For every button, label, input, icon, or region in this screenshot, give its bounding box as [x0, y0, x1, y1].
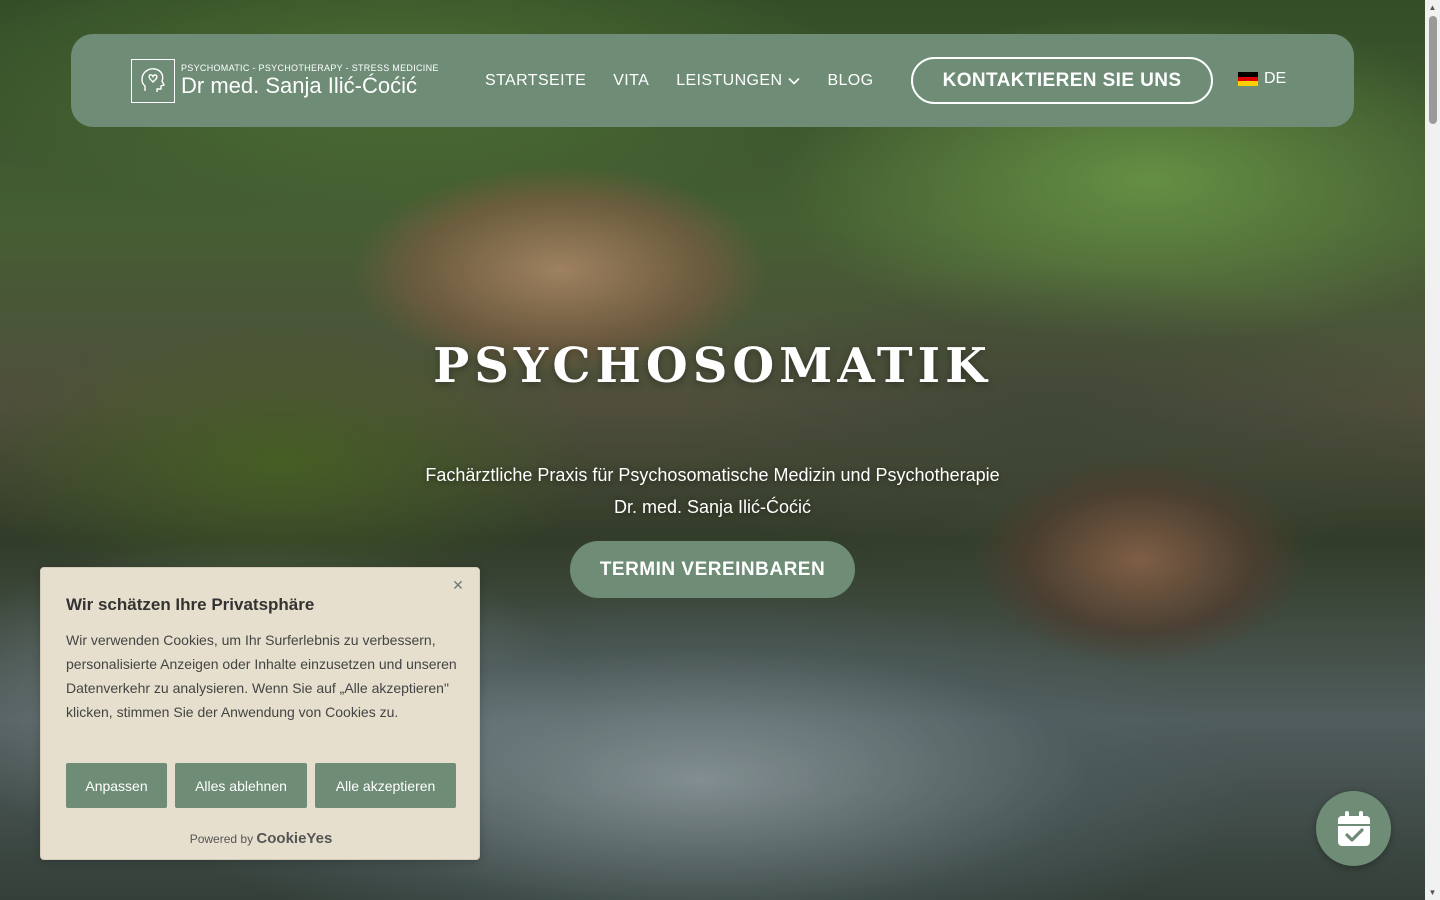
- nav-vita[interactable]: VITA: [613, 72, 649, 90]
- hero-subtitle-line1: Fachärztliche Praxis für Psychosomatisch…: [425, 465, 1000, 485]
- close-icon[interactable]: ✕: [451, 578, 465, 592]
- cookie-customize-button[interactable]: Anpassen: [66, 763, 167, 808]
- hero-subtitle: Fachärztliche Praxis für Psychosomatisch…: [0, 459, 1425, 523]
- powered-by-label: Powered by: [189, 832, 254, 846]
- language-label: DE: [1264, 70, 1287, 87]
- cookie-consent-banner: ✕ Wir schätzen Ihre Privatsphäre Wir ver…: [40, 567, 480, 860]
- scroll-thumb[interactable]: [1429, 16, 1437, 124]
- cookie-description: Wir verwenden Cookies, um Ihr Surferlebn…: [66, 632, 457, 720]
- cookieyes-logo[interactable]: CookieYes: [256, 830, 332, 847]
- hero-title: PSYCHOSOMATIK: [433, 338, 992, 394]
- calendar-check-icon: [1337, 810, 1370, 846]
- nav-startseite[interactable]: STARTSEITE: [485, 72, 586, 90]
- scroll-up-arrow[interactable]: ▲: [1428, 3, 1437, 12]
- page-scrollbar[interactable]: ▲ ▼: [1425, 0, 1440, 900]
- contact-button[interactable]: KONTAKTIEREN SIE UNS: [911, 57, 1213, 104]
- nav-leistungen[interactable]: LEISTUNGEN: [676, 71, 801, 90]
- powered-by: Powered by CookieYes: [41, 830, 481, 847]
- language-selector[interactable]: DE: [1238, 70, 1286, 88]
- cookie-reject-button[interactable]: Alles ablehnen: [175, 763, 307, 808]
- cookie-accept-button[interactable]: Alle akzeptieren: [315, 763, 456, 808]
- hero-subtitle-line2: Dr. med. Sanja Ilić-Ćoćić: [613, 497, 812, 517]
- scroll-down-arrow[interactable]: ▼: [1428, 888, 1437, 897]
- head-heart-icon: [131, 59, 175, 103]
- logo-name: Dr med. Sanja Ilić-Ćoćić: [181, 73, 417, 98]
- nav-blog[interactable]: BLOG: [827, 72, 873, 90]
- header-navbar: PSYCHOMATIC - PSYCHOTHERAPY - STRESS MED…: [71, 34, 1354, 127]
- main-nav: STARTSEITE VITA LEISTUNGEN BLOG: [485, 34, 874, 127]
- cookie-title: Wir schätzen Ihre Privatsphäre: [66, 595, 315, 614]
- chevron-down-icon: [788, 77, 801, 85]
- logo-text: PSYCHOMATIC - PSYCHOTHERAPY - STRESS MED…: [181, 63, 439, 99]
- calendar-booking-button[interactable]: [1316, 791, 1391, 866]
- nav-leistungen-label: LEISTUNGEN: [676, 71, 783, 89]
- logo-tagline: PSYCHOMATIC - PSYCHOTHERAPY - STRESS MED…: [181, 63, 439, 73]
- book-appointment-button[interactable]: TERMIN VEREINBAREN: [570, 541, 855, 598]
- german-flag-icon: [1238, 72, 1258, 87]
- site-logo[interactable]: PSYCHOMATIC - PSYCHOTHERAPY - STRESS MED…: [131, 58, 438, 104]
- cookie-buttons: Anpassen Alles ablehnen Alle akzeptieren: [66, 763, 456, 808]
